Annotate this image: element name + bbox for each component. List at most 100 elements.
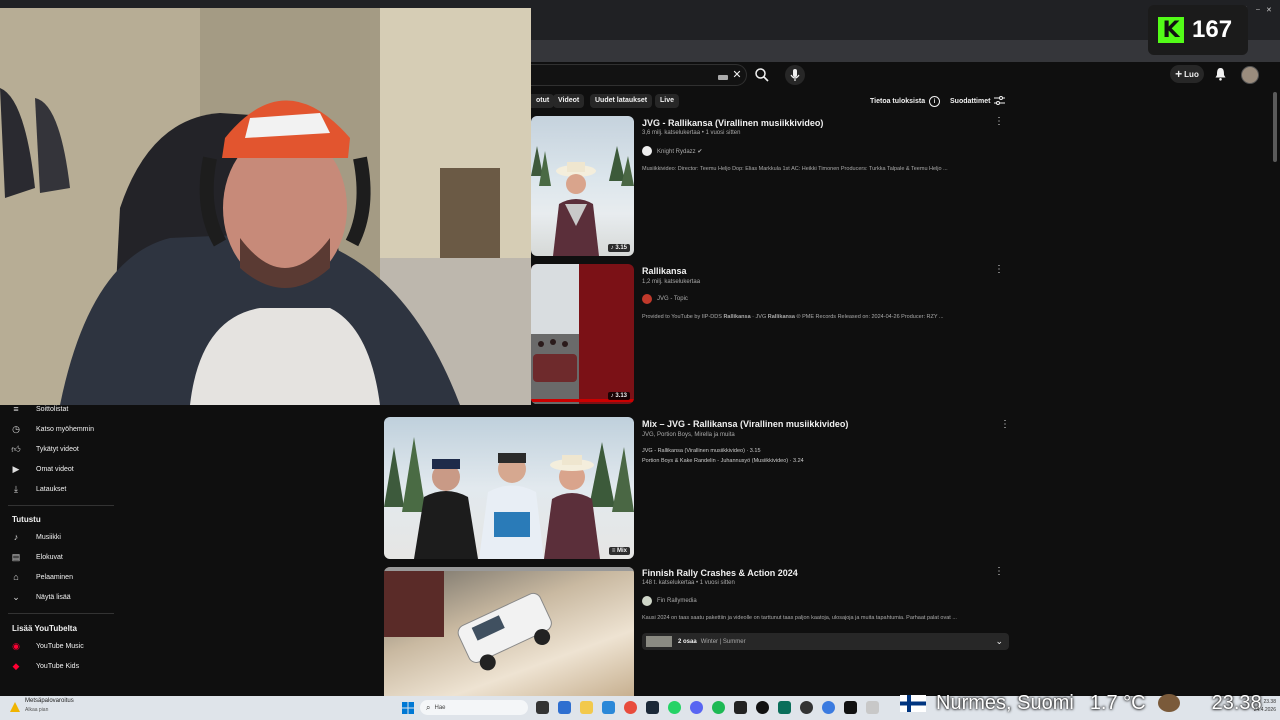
chip-videot[interactable]: Videot	[553, 94, 585, 108]
channel-avatar[interactable]	[642, 596, 652, 606]
more-options-icon[interactable]: ⋮	[994, 116, 1004, 127]
channel-name[interactable]: Knight Rydazz ✔	[657, 148, 702, 155]
divider	[8, 613, 114, 614]
video-title[interactable]: Finnish Rally Crashes & Action 2024	[642, 568, 798, 578]
mail-icon[interactable]	[602, 701, 615, 714]
sidebar-item-downloads[interactable]: ⤓ Lataukset	[10, 481, 66, 497]
sidebar-item-youtube-music[interactable]: ◉ YouTube Music	[10, 638, 84, 654]
warning-icon	[10, 699, 20, 712]
chip-live[interactable]: Live	[655, 94, 680, 108]
video-icon: ▶	[12, 463, 20, 474]
sidebar-item-gaming[interactable]: ⌂ Pelaaminen	[10, 569, 73, 585]
viewer-count-badge: K 167	[1148, 5, 1248, 55]
sidebar-item-watch-later[interactable]: ◷ Katso myöhemmin	[10, 421, 94, 437]
kick-logo: K	[1158, 17, 1184, 43]
tray-date[interactable]: 24.4.2026	[1246, 707, 1276, 713]
video-meta: JVG, Portion Boys, Mirella ja muita	[642, 432, 735, 438]
search-icon[interactable]	[754, 67, 770, 83]
mix-item[interactable]: Portion Boys & Kake Randelin - Juhannusy…	[642, 458, 804, 464]
sidebar-item-movies[interactable]: ▤ Elokuvat	[10, 549, 63, 565]
chrome-icon[interactable]	[624, 701, 637, 714]
windows-start-icon[interactable]	[402, 701, 414, 714]
whatsapp-icon[interactable]	[668, 701, 681, 714]
app-icon[interactable]	[558, 701, 571, 714]
mic-icon[interactable]	[785, 65, 805, 85]
app-icon[interactable]	[866, 701, 879, 714]
app-icon[interactable]	[756, 701, 769, 714]
chapter-thumbnail	[646, 636, 672, 647]
bell-icon[interactable]	[1214, 67, 1227, 81]
temperature-label: 1.7 °C	[1089, 691, 1146, 714]
webcam-image	[0, 8, 531, 405]
sidebar-item-youtube-kids[interactable]: ◆ YouTube Kids	[10, 658, 80, 674]
discord-icon[interactable]	[690, 701, 703, 714]
info-icon: i	[929, 96, 941, 107]
more-options-icon[interactable]: ⋮	[994, 264, 1004, 275]
sidebar: ≡ Soittolistat ◷ Katso myöhemmin 👍︎ Tykätyt…	[0, 404, 118, 695]
location-label: Nurmes, Suomi	[936, 691, 1074, 714]
clock-icon: ◷	[12, 423, 20, 434]
app-icon[interactable]	[822, 701, 835, 714]
video-thumbnail[interactable]	[384, 567, 634, 696]
video-description: Kausi 2024 on taas saatu pakettiin ja vi…	[642, 615, 957, 621]
tray-time[interactable]: 23.38	[1246, 699, 1276, 705]
channel-avatar[interactable]	[642, 146, 652, 156]
task-view-icon[interactable]	[536, 701, 549, 714]
chip-otut[interactable]: otut	[531, 94, 555, 108]
notification-title[interactable]: Metsäpalovaroitus	[25, 698, 74, 704]
youtube-kids-icon: ◆	[12, 660, 20, 671]
spotify-icon[interactable]	[712, 701, 725, 714]
gamepad-icon: ⌂	[13, 572, 19, 582]
mix-item[interactable]: JVG - Rallikansa (Virallinen musiikkivid…	[642, 448, 761, 454]
scrollbar[interactable]	[1273, 92, 1277, 162]
filters-button[interactable]: Suodattimet	[950, 96, 1006, 107]
chapters-toggle[interactable]: 2 osaa Winter | Summer ⌄	[642, 633, 1009, 650]
results-info-button[interactable]: Tietoa tuloksista i	[870, 96, 941, 107]
more-options-icon[interactable]: ⋮	[994, 566, 1004, 577]
avatar[interactable]	[1241, 66, 1259, 84]
section-title: Lisää YouTubelta	[12, 624, 77, 633]
video-title[interactable]: Mix – JVG - Rallikansa (Virallinen musii…	[642, 419, 848, 429]
app-icon[interactable]	[734, 701, 747, 714]
chip-uudet-lataukset[interactable]: Uudet lataukset	[590, 94, 653, 108]
video-thumbnail[interactable]: ♪ 3.13	[531, 264, 634, 404]
app-icon[interactable]	[778, 701, 791, 714]
minimize-button[interactable]: –	[1256, 6, 1260, 13]
steam-icon[interactable]	[646, 701, 659, 714]
file-explorer-icon[interactable]	[580, 701, 593, 714]
duration-badge: ♪ 3.13	[607, 392, 630, 400]
app-icon[interactable]	[844, 701, 857, 714]
mix-badge: ≡ Mix	[608, 547, 630, 555]
video-description: Provided to YouTube by IIP-DDS Rallikans…	[642, 314, 944, 320]
create-button[interactable]: + Luo	[1170, 65, 1204, 83]
video-title[interactable]: Rallikansa	[642, 266, 687, 276]
webcam-overlay	[0, 8, 531, 405]
sidebar-show-more[interactable]: ⌄ Näytä lisää	[10, 589, 70, 605]
channel-avatar[interactable]	[642, 294, 652, 304]
film-icon: ▤	[11, 551, 21, 562]
chevron-down-icon: ⌄	[12, 591, 20, 602]
channel-name[interactable]: Fin Rallymedia	[657, 598, 697, 604]
duration-badge: ♪ 3.15	[607, 244, 630, 252]
app-icon[interactable]	[800, 701, 813, 714]
viewer-count: 167	[1192, 16, 1233, 43]
sidebar-item-your-videos[interactable]: ▶ Omat videot	[10, 461, 74, 477]
download-icon: ⤓	[14, 483, 18, 494]
search-icon: ⌕	[426, 702, 431, 712]
keyboard-icon[interactable]	[718, 69, 728, 80]
weather-icon	[1157, 694, 1180, 712]
sidebar-item-liked[interactable]: 👍︎ Tykätyt videot	[10, 441, 79, 457]
taskbar-search[interactable]: ⌕ Hae	[420, 700, 528, 715]
video-thumbnail[interactable]: ♪ 3.15	[531, 116, 634, 256]
more-options-icon[interactable]: ⋮	[1000, 419, 1010, 430]
clear-search-button[interactable]: ✕	[731, 67, 743, 81]
close-window-button[interactable]: ✕	[1266, 6, 1272, 14]
sidebar-item-music[interactable]: ♪ Musiikki	[10, 529, 61, 545]
channel-name[interactable]: JVG - Topic	[657, 296, 688, 302]
chevron-down-icon: ⌄	[995, 636, 1003, 646]
search-input[interactable]	[531, 64, 747, 86]
notification-subtitle: Alkaa pian	[25, 707, 49, 713]
weather-overlay: Nurmes, Suomi 1.7 °C 23.38	[900, 688, 1262, 718]
video-title[interactable]: JVG - Rallikansa (Virallinen musiikkivid…	[642, 118, 823, 128]
mix-thumbnail[interactable]: ≡ Mix	[384, 417, 634, 559]
